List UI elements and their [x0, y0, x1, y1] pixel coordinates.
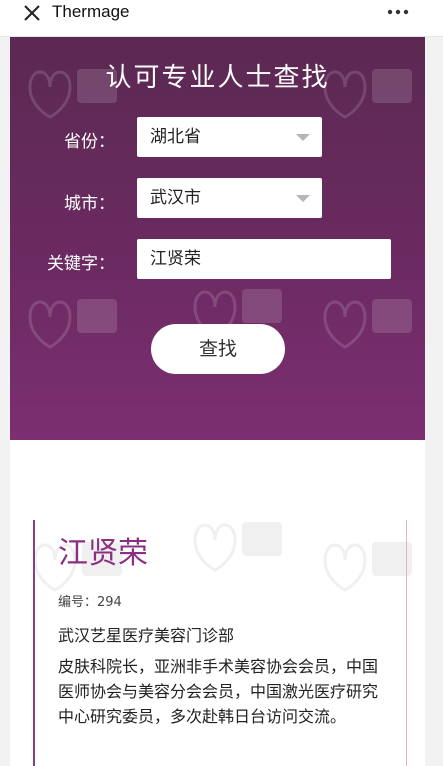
- doctor-description: 皮肤科院长，亚洲非手术美容协会会员，中国医师协会与美容分会会员，中国激光医疗研究…: [58, 657, 379, 726]
- city-value: 武汉市: [150, 188, 201, 208]
- search-panel: 认可专业人士查找 省份： 湖北省 城市： 武汉市 关键字： 江贤荣 查找: [10, 37, 425, 440]
- province-value: 湖北省: [150, 127, 201, 147]
- province-select[interactable]: 湖北省: [137, 117, 322, 157]
- more-icon[interactable]: [387, 4, 409, 20]
- city-label: 城市：: [64, 194, 115, 214]
- title-bar: Thermage: [0, 0, 443, 37]
- watermark-logo: [323, 542, 412, 592]
- close-icon[interactable]: [22, 3, 42, 23]
- doctor-clinic: 武汉艺星医疗美容门诊部: [58, 626, 235, 645]
- results-panel: 江贤荣 编号：294 武汉艺星医疗美容门诊部 皮肤科院长，亚洲非手术美容协会会员…: [10, 440, 425, 766]
- card-left-border: [33, 520, 35, 766]
- watermark-logo: [193, 522, 282, 572]
- search-button[interactable]: 查找: [151, 324, 285, 374]
- watermark-logo: [28, 299, 117, 349]
- chevron-down-icon: [296, 134, 310, 141]
- keyword-value: 江贤荣: [150, 249, 201, 269]
- chevron-down-icon: [296, 195, 310, 202]
- app-title: Thermage: [52, 2, 130, 21]
- keyword-input[interactable]: 江贤荣: [137, 239, 391, 279]
- doctor-name: 江贤荣: [58, 536, 148, 571]
- keyword-label: 关键字：: [47, 254, 115, 274]
- city-select[interactable]: 武汉市: [137, 178, 322, 218]
- card-right-border: [406, 520, 407, 766]
- doctor-id: 编号：294: [58, 595, 122, 610]
- search-heading: 认可专业人士查找: [105, 63, 330, 93]
- watermark-logo: [323, 299, 412, 349]
- province-label: 省份：: [64, 132, 115, 152]
